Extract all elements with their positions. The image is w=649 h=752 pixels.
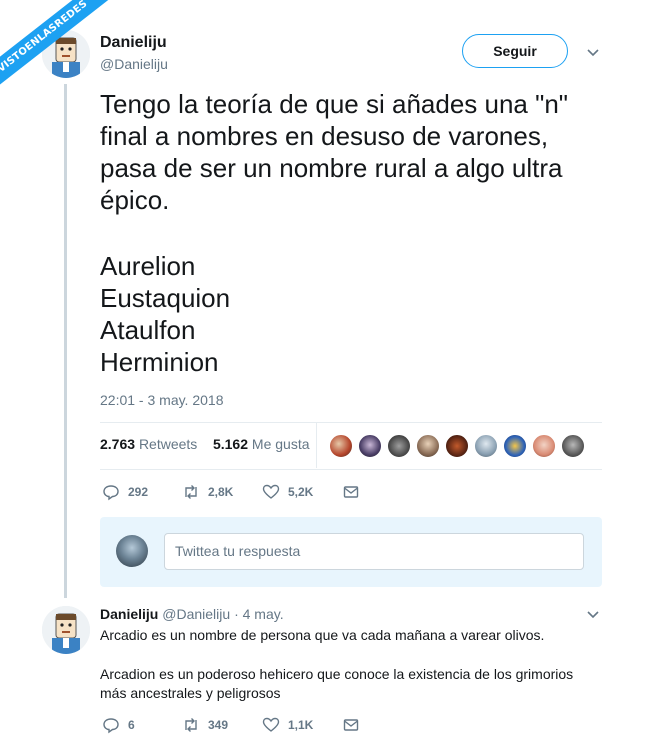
reply-date[interactable]: · 4 may.	[234, 606, 284, 622]
retweet-count: 2,8K	[208, 485, 234, 499]
liker-avatar[interactable]	[473, 433, 499, 459]
reply-author-name[interactable]: Danieliju	[100, 606, 158, 622]
reply-text: Arcadion es un poderoso hehicero que con…	[100, 666, 574, 682]
message-action[interactable]	[342, 483, 422, 501]
retweet-icon	[185, 485, 197, 499]
likes-label: Me gusta	[251, 436, 310, 452]
reply-input[interactable]: Twittea tu respuesta	[164, 533, 584, 570]
user-avatar	[116, 535, 148, 567]
like-count: 1,1K	[288, 718, 314, 732]
reply-header: Danieliju @Danieliju · 4 may.	[100, 606, 284, 622]
name-item: Eustaquion	[100, 283, 231, 313]
heart-icon	[262, 484, 280, 499]
like-count: 5,2K	[288, 485, 314, 499]
retweet-action[interactable]: 349	[182, 716, 262, 734]
author-name[interactable]: Danieliju	[100, 34, 167, 52]
retweets-label: Retweets	[138, 436, 198, 452]
liker-avatar[interactable]	[328, 433, 354, 459]
reply-count: 292	[128, 485, 149, 499]
reply-icon	[103, 485, 119, 501]
envelope-icon	[343, 486, 359, 498]
liker-avatar[interactable]	[444, 433, 470, 459]
reply-composer: Twittea tu respuesta	[100, 517, 602, 587]
reply-actions: 6 349 1,1K	[102, 716, 422, 734]
liker-avatar[interactable]	[531, 433, 557, 459]
liker-avatar[interactable]	[386, 433, 412, 459]
retweet-count: 349	[208, 718, 229, 732]
reply-text: más ancestrales y peligrosos	[100, 685, 281, 701]
reply-icon	[103, 718, 119, 734]
retweets-stat[interactable]: 2.763 Retweets	[100, 436, 199, 452]
divider	[100, 422, 602, 423]
reply-author-handle[interactable]: @Danieliju	[162, 606, 230, 622]
heart-icon	[262, 717, 280, 732]
tweet-text-line: final a nombres en desuso de varones,	[100, 121, 549, 151]
tweet-actions: 292 2,8K 5,2K	[102, 483, 422, 501]
name-item: Herminion	[100, 347, 219, 377]
reply-count: 6	[128, 718, 135, 732]
tweet-text-line: pasa de ser un nombre rural a algo ultra	[100, 153, 563, 183]
author-handle[interactable]: @Danieliju	[100, 56, 168, 72]
tweet-timestamp[interactable]: 22:01 - 3 may. 2018	[100, 392, 223, 408]
stats-separator	[316, 422, 317, 468]
liker-avatar[interactable]	[560, 433, 586, 459]
envelope-icon	[343, 719, 359, 731]
retweets-count: 2.763	[100, 436, 136, 452]
chevron-down-icon[interactable]	[586, 45, 600, 59]
liker-avatar[interactable]	[415, 433, 441, 459]
avatar-illustration	[42, 606, 90, 654]
reply-author-avatar[interactable]	[42, 606, 90, 654]
liker-avatar[interactable]	[357, 433, 383, 459]
follow-button[interactable]: Seguir	[462, 34, 568, 68]
tweet-text: Tengo la teoría de que si añades una "n"…	[100, 88, 620, 216]
engagement-stats: 2.763 Retweets 5.162 Me gusta	[100, 436, 314, 452]
liker-avatar[interactable]	[502, 433, 528, 459]
name-item: Aurelion	[100, 251, 196, 281]
likes-count: 5.162	[212, 436, 249, 452]
like-action[interactable]: 5,2K	[262, 483, 342, 501]
reply-action[interactable]: 292	[102, 483, 182, 501]
thread-line	[64, 84, 67, 598]
retweet-action[interactable]: 2,8K	[182, 483, 262, 501]
reply-text: Arcadio es un nombre de persona que va c…	[100, 627, 545, 643]
likes-stat[interactable]: 5.162 Me gusta	[213, 436, 312, 452]
name-item: Ataulfon	[100, 315, 196, 345]
like-action[interactable]: 1,1K	[262, 716, 342, 734]
message-action[interactable]	[342, 716, 422, 734]
name-list: Aurelion Eustaquion Ataulfon Herminion	[100, 250, 230, 378]
divider	[100, 469, 602, 470]
reply-action[interactable]: 6	[102, 716, 182, 734]
tweet-text-line: épico.	[100, 185, 170, 215]
tweet-text-line: Tengo la teoría de que si añades una "n"	[100, 89, 569, 119]
retweet-icon	[185, 718, 197, 732]
chevron-down-icon[interactable]	[586, 607, 600, 621]
